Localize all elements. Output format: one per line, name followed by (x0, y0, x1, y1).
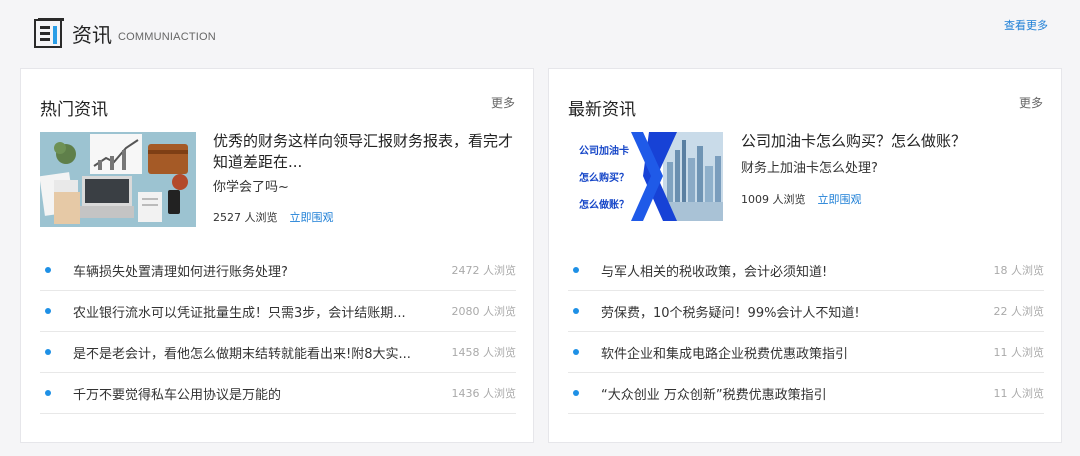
list-item-title[interactable]: 千万不要觉得私车公用协议是万能的 (73, 384, 440, 403)
hot-news-card: 热门资讯 更多 优秀的财务这样向领导汇报财务报表，看完才知道差距在... 你学会… (20, 68, 534, 443)
list-item[interactable]: 是不是老会计，看他怎么做期末结转就能看出来!附8大实... 1458 人浏览 (40, 332, 516, 373)
list-item-title[interactable]: 是不是老会计，看他怎么做期末结转就能看出来!附8大实... (73, 343, 440, 362)
list-item[interactable]: 车辆损失处置清理如何进行账务处理? 2472 人浏览 (40, 250, 516, 291)
bullet-icon (45, 390, 51, 396)
latest-news-card: 最新资讯 更多 公司加油卡 怎么购买？ 怎么做账？ 公司加油卡怎么购买？怎么做账… (548, 68, 1062, 443)
list-item-views: 1436 人浏览 (451, 387, 517, 400)
list-item-title[interactable]: 农业银行流水可以凭证批量生成！只需3步，会计结账期... (73, 302, 440, 321)
image-text-line-2: 怎么购买？ (579, 171, 629, 184)
list-item[interactable]: 软件企业和集成电路企业税费优惠政策指引 11 人浏览 (568, 332, 1044, 373)
bullet-icon (573, 267, 579, 273)
hot-featured-meta: 2527 人浏览 立即围观 (213, 209, 334, 225)
latest-featured-watch-link[interactable]: 立即围观 (818, 191, 862, 207)
bullet-icon (45, 308, 51, 314)
list-item-title[interactable]: 软件企业和集成电路企业税费优惠政策指引 (601, 343, 982, 362)
hot-featured-title[interactable]: 优秀的财务这样向领导汇报财务报表，看完才知道差距在... (213, 131, 518, 173)
list-item-views: 2472 人浏览 (451, 264, 517, 277)
hot-featured-watch-link[interactable]: 立即围观 (290, 209, 334, 225)
list-item-title[interactable]: “大众创业 万众创新”税费优惠政策指引 (601, 384, 982, 403)
bullet-icon (45, 267, 51, 273)
latest-news-more-link[interactable]: 更多 (1019, 94, 1043, 111)
latest-news-list: 与军人相关的税收政策，会计必须知道! 18 人浏览 劳保费，10个税务疑问！99… (568, 250, 1044, 414)
list-item-views: 2080 人浏览 (451, 305, 517, 318)
list-item-title[interactable]: 与军人相关的税收政策，会计必须知道! (601, 261, 982, 280)
list-item-views: 18 人浏览 (993, 264, 1045, 277)
list-item[interactable]: 农业银行流水可以凭证批量生成！只需3步，会计结账期... 2080 人浏览 (40, 291, 516, 332)
hot-news-list: 车辆损失处置清理如何进行账务处理? 2472 人浏览 农业银行流水可以凭证批量生… (40, 250, 516, 414)
latest-featured-meta: 1009 人浏览 立即围观 (741, 191, 862, 207)
latest-featured-title[interactable]: 公司加油卡怎么购买？怎么做账？ (741, 131, 1046, 152)
latest-featured-views: 1009 人浏览 (741, 193, 806, 206)
see-more-link[interactable]: 查看更多 (1004, 17, 1048, 33)
hot-featured-desc: 你学会了吗~ (213, 180, 289, 195)
list-item-views: 22 人浏览 (993, 305, 1045, 318)
bullet-icon (573, 390, 579, 396)
latest-featured-desc: 财务上加油卡怎么处理? (741, 161, 878, 176)
list-item[interactable]: 千万不要觉得私车公用协议是万能的 1436 人浏览 (40, 373, 516, 414)
news-icon (34, 17, 64, 49)
list-item-title[interactable]: 车辆损失处置清理如何进行账务处理? (73, 261, 440, 280)
latest-news-title: 最新资讯 (568, 100, 636, 120)
bullet-icon (45, 349, 51, 355)
section-header: 资讯 COMMUNIACTION (34, 16, 216, 50)
section-title: 资讯 (72, 22, 112, 47)
hot-featured-views: 2527 人浏览 (213, 211, 278, 224)
hot-news-title: 热门资讯 (40, 100, 108, 120)
list-item-views: 11 人浏览 (993, 346, 1045, 359)
bullet-icon (573, 349, 579, 355)
image-text-line-1: 公司加油卡 (579, 144, 629, 157)
latest-featured-image[interactable]: 公司加油卡 怎么购买？ 怎么做账？ (571, 132, 723, 221)
section-subtitle: COMMUNIACTION (118, 31, 216, 43)
hot-featured-image[interactable] (40, 132, 196, 227)
list-item[interactable]: “大众创业 万众创新”税费优惠政策指引 11 人浏览 (568, 373, 1044, 414)
hot-news-more-link[interactable]: 更多 (491, 94, 515, 111)
list-item-views: 1458 人浏览 (451, 346, 517, 359)
list-item[interactable]: 与军人相关的税收政策，会计必须知道! 18 人浏览 (568, 250, 1044, 291)
list-item-views: 11 人浏览 (993, 387, 1045, 400)
list-item-title[interactable]: 劳保费，10个税务疑问！99%会计人不知道! (601, 302, 982, 321)
image-text-line-3: 怎么做账？ (579, 198, 629, 211)
list-item[interactable]: 劳保费，10个税务疑问！99%会计人不知道! 22 人浏览 (568, 291, 1044, 332)
bullet-icon (573, 308, 579, 314)
